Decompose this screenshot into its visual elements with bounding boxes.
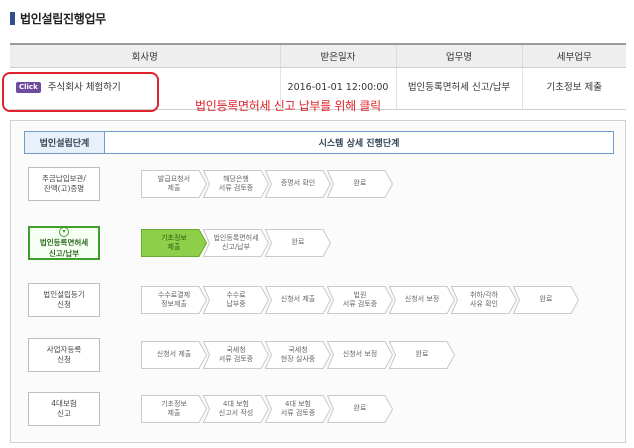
step-item: 완료 (265, 229, 331, 257)
step-item: 수수료 납부중 (203, 286, 269, 314)
step-item: 법원 서류 검토중 (327, 286, 393, 314)
stage-row: 법인설립등기 신청 수수료결제 정보제출 수수료 납부중 신청서 제출 법원 서류 검토… (11, 281, 625, 321)
step-item: 4대 보험 서류 검토중 (265, 395, 331, 423)
step-item: 완료 (327, 170, 393, 198)
step-item: 신청서 제출 (265, 286, 331, 314)
step-item: 신청서 보정 (327, 341, 393, 369)
step-label: 증명서 확인 (280, 179, 316, 188)
panel-header: 법인설립단계 시스템 상세 진행단계 (24, 131, 614, 154)
stage-box[interactable]: ▾ 법인등록면허세 신고/납부 (28, 226, 100, 260)
step-label: 국세청 현장 실사중 (280, 345, 316, 363)
highlight-box (2, 72, 159, 112)
step-item: 완료 (389, 341, 455, 369)
header-task: 업무명 (395, 43, 522, 68)
stage-box[interactable]: 4대보험 신고 (28, 392, 100, 426)
step-label: 기초정보 제출 (161, 233, 187, 251)
header-received-date: 받은일자 (279, 43, 396, 68)
stage-row: ▾ 법인등록면허세 신고/납부 기초정보 제출 법인등록면허세 신고/납부 완료 (11, 224, 625, 264)
step-item-active: 기초정보 제출 (141, 229, 207, 257)
stage-row: 4대보험 신고 기초정보 제출 4대 보험 신고서 작성 4대 보험 서류 검토중 완료 (11, 390, 625, 430)
step-label: 신청서 제출 (280, 295, 316, 304)
stage-box[interactable]: 법인설립등기 신청 (28, 283, 100, 317)
step-item: 발급요청서 제출 (141, 170, 207, 198)
stage-label: 주금납입보관/ 잔액(고)증명 (42, 173, 86, 194)
step-item: 기초정보 제출 (141, 395, 207, 423)
step-list: 기초정보 제출 법인등록면허세 신고/납부 완료 (141, 229, 331, 259)
step-item: 법인등록면허세 신고/납부 (203, 229, 269, 257)
stage-box[interactable]: 사업자등록 신청 (28, 338, 100, 372)
step-list: 수수료결제 정보제출 수수료 납부중 신청서 제출 법원 서류 검토중 신청서 보정 취하… (141, 286, 579, 316)
step-label: 4대 보험 서류 검토중 (280, 399, 316, 417)
header-company: 회사명 (10, 43, 280, 68)
step-item: 국세청 현장 실사중 (265, 341, 331, 369)
stage-label: 법인설립등기 신청 (43, 289, 85, 310)
summary-table-header: 회사명 받은일자 업무명 세부업무 (10, 43, 626, 68)
process-panel: 법인설립단계 시스템 상세 진행단계 주금납입보관/ 잔액(고)증명 발급요청서 … (10, 120, 626, 443)
step-label: 완료 (353, 179, 367, 188)
step-item: 신청서 제출 (141, 341, 207, 369)
step-label: 기초정보 제출 (161, 399, 187, 417)
step-label: 수수료결제 정보제출 (157, 290, 191, 308)
step-label: 법인등록면허세 신고/납부 (213, 233, 259, 251)
step-list: 신청서 제출 국세청 서류 검토중 국세청 현장 실사중 신청서 보정 완료 (141, 341, 455, 371)
step-label: 해당은행 서류 검토중 (218, 174, 254, 192)
step-item: 해당은행 서류 검토중 (203, 170, 269, 198)
page-title: 법인설립진행업무 (10, 8, 106, 28)
step-list: 기초정보 제출 4대 보험 신고서 작성 4대 보험 서류 검토중 완료 (141, 395, 393, 425)
step-label: 취하/각하 사유 확인 (469, 290, 499, 308)
stage-label: 4대보험 신고 (51, 398, 77, 419)
step-item: 4대 보험 신고서 작성 (203, 395, 269, 423)
hint-text: 법인등록면허세 신고 납부를 위해 클릭 (195, 99, 381, 113)
step-label: 법원 서류 검토중 (342, 290, 378, 308)
panel-header-detail: 시스템 상세 진행단계 (318, 139, 400, 149)
step-item: 신청서 보정 (389, 286, 455, 314)
header-detail: 세부업무 (521, 43, 626, 68)
stage-label: 사업자등록 신청 (46, 344, 82, 365)
step-item: 완료 (513, 286, 579, 314)
step-item: 취하/각하 사유 확인 (451, 286, 517, 314)
title-bullet-icon (10, 11, 15, 25)
stage-label: 법인등록면허세 신고/납부 (39, 238, 89, 258)
step-item: 증명서 확인 (265, 170, 331, 198)
step-label: 신청서 제출 (156, 350, 192, 359)
step-label: 신청서 보정 (404, 295, 440, 304)
task-cell: 법인등록면허세 신고/납부 (395, 67, 522, 110)
step-label: 완료 (415, 350, 429, 359)
step-item: 완료 (327, 395, 393, 423)
step-label: 발급요청서 제출 (157, 174, 191, 192)
stage-row: 주금납입보관/ 잔액(고)증명 발급요청서 제출 해당은행 서류 검토중 증명서 확인… (11, 165, 625, 205)
panel-header-stage: 법인설립단계 (25, 132, 105, 153)
step-label: 완료 (291, 238, 305, 247)
page-title-text: 법인설립진행업무 (20, 11, 106, 26)
step-label: 수수료 납부중 (226, 290, 246, 308)
step-label: 완료 (539, 295, 553, 304)
step-label: 4대 보험 신고서 작성 (218, 399, 254, 417)
detail-cell: 기초정보 제출 (521, 67, 626, 110)
step-label: 완료 (353, 404, 367, 413)
step-item: 수수료결제 정보제출 (141, 286, 207, 314)
chevron-down-icon: ▾ (59, 227, 69, 237)
step-item: 국세청 서류 검토중 (203, 341, 269, 369)
stage-row: 사업자등록 신청 신청서 제출 국세청 서류 검토중 국세청 현장 실사중 신청서 보정… (11, 336, 625, 376)
stage-box[interactable]: 주금납입보관/ 잔액(고)증명 (28, 167, 100, 201)
step-list: 발급요청서 제출 해당은행 서류 검토중 증명서 확인 완료 (141, 170, 393, 200)
step-label: 국세청 서류 검토중 (218, 345, 254, 363)
step-label: 신청서 보정 (342, 350, 378, 359)
